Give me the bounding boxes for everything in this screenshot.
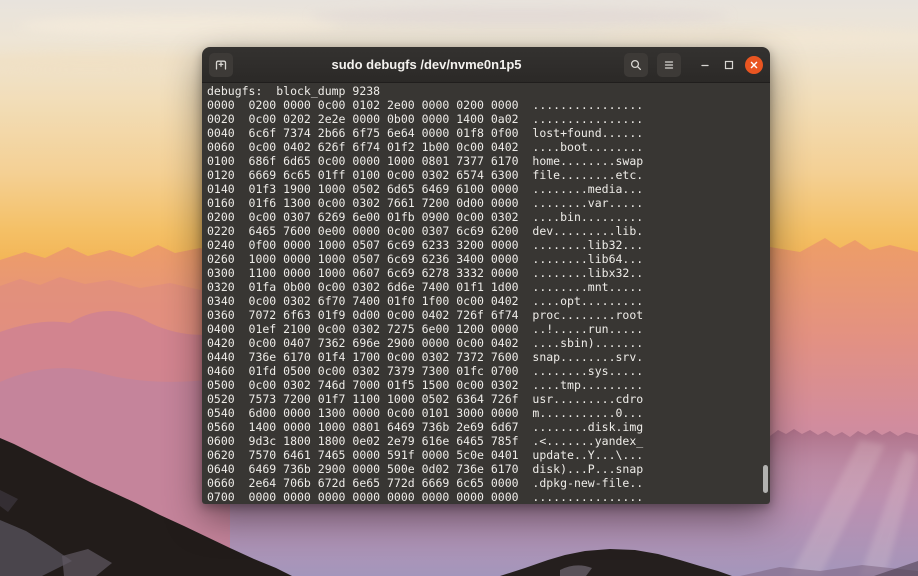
hex-row: 0340 0c00 0302 6f70 7400 01f0 1f00 0c00 … (207, 294, 770, 308)
hex-row: 0700 0000 0000 0000 0000 0000 0000 0000 … (207, 490, 770, 504)
hex-row: 0220 6465 7600 0e00 0000 0c00 0307 6c69 … (207, 224, 770, 238)
new-tab-icon (213, 57, 229, 73)
hex-row: 0660 2e64 706b 672d 6e65 772d 6669 6c65 … (207, 476, 770, 490)
maximize-button[interactable] (717, 53, 741, 77)
hex-row: 0520 7573 7200 01f7 1100 1000 0502 6364 … (207, 392, 770, 406)
hex-row: 0140 01f3 1900 1000 0502 6d65 6469 6100 … (207, 182, 770, 196)
hex-row: 0400 01ef 2100 0c00 0302 7275 6e00 1200 … (207, 322, 770, 336)
hex-row: 0120 6669 6c65 01ff 0100 0c00 0302 6574 … (207, 168, 770, 182)
minimize-icon (697, 57, 713, 73)
window-titlebar[interactable]: sudo debugfs /dev/nvme0n1p5 (202, 47, 770, 83)
terminal-screen[interactable]: debugfs: block_dump 9238 0000 0200 0000 … (202, 83, 770, 504)
hex-row: 0460 01fd 0500 0c00 0302 7379 7300 01fc … (207, 364, 770, 378)
hex-row: 0240 0f00 0000 1000 0507 6c69 6233 3200 … (207, 238, 770, 252)
hex-row: 0420 0c00 0407 7362 696e 2900 0000 0c00 … (207, 336, 770, 350)
new-tab-button[interactable] (209, 53, 233, 77)
hex-row: 0600 9d3c 1800 1800 0e02 2e79 616e 6465 … (207, 434, 770, 448)
hexdump-rows: 0000 0200 0000 0c00 0102 2e00 0000 0200 … (207, 98, 770, 504)
minimize-button[interactable] (693, 53, 717, 77)
search-icon (628, 57, 644, 73)
hex-row: 0060 0c00 0402 626f 6f74 01f2 1b00 0c00 … (207, 140, 770, 154)
hex-row: 0500 0c00 0302 746d 7000 01f5 1500 0c00 … (207, 378, 770, 392)
hex-row: 0100 686f 6d65 0c00 0000 1000 0801 7377 … (207, 154, 770, 168)
hamburger-menu-icon (661, 57, 677, 73)
hex-row: 0260 1000 0000 1000 0507 6c69 6236 3400 … (207, 252, 770, 266)
hex-row: 0160 01f6 1300 0c00 0302 7661 7200 0d00 … (207, 196, 770, 210)
terminal-window: sudo debugfs /dev/nvme0n1p5 (202, 47, 770, 504)
desktop: sudo debugfs /dev/nvme0n1p5 (0, 0, 918, 576)
hex-row: 0000 0200 0000 0c00 0102 2e00 0000 0200 … (207, 98, 770, 112)
hex-row: 0040 6c6f 7374 2b66 6f75 6e64 0000 01f8 … (207, 126, 770, 140)
window-title: sudo debugfs /dev/nvme0n1p5 (233, 57, 624, 72)
hex-row: 0440 736e 6170 01f4 1700 0c00 0302 7372 … (207, 350, 770, 364)
hex-row: 0360 7072 6f63 01f9 0d00 0c00 0402 726f … (207, 308, 770, 322)
hex-row: 0540 6d00 0000 1300 0000 0c00 0101 3000 … (207, 406, 770, 420)
hex-row: 0560 1400 0000 1000 0801 6469 736b 2e69 … (207, 420, 770, 434)
hex-row: 0300 1100 0000 1000 0607 6c69 6278 3332 … (207, 266, 770, 280)
hex-row: 0620 7570 6461 7465 0000 591f 0000 5c0e … (207, 448, 770, 462)
hex-row: 0640 6469 736b 2900 0000 500e 0d02 736e … (207, 462, 770, 476)
menu-button[interactable] (657, 53, 681, 77)
search-button[interactable] (624, 53, 648, 77)
hex-row: 0200 0c00 0307 6269 6e00 01fb 0900 0c00 … (207, 210, 770, 224)
prompt-line: debugfs: block_dump 9238 (207, 84, 770, 98)
hex-row: 0320 01fa 0b00 0c00 0302 6d6e 7400 01f1 … (207, 280, 770, 294)
hex-row: 0020 0c00 0202 2e2e 0000 0b00 0000 1400 … (207, 112, 770, 126)
scrollbar-thumb[interactable] (763, 465, 768, 493)
close-icon (748, 59, 760, 71)
maximize-icon (721, 57, 737, 73)
close-button[interactable] (745, 56, 763, 74)
